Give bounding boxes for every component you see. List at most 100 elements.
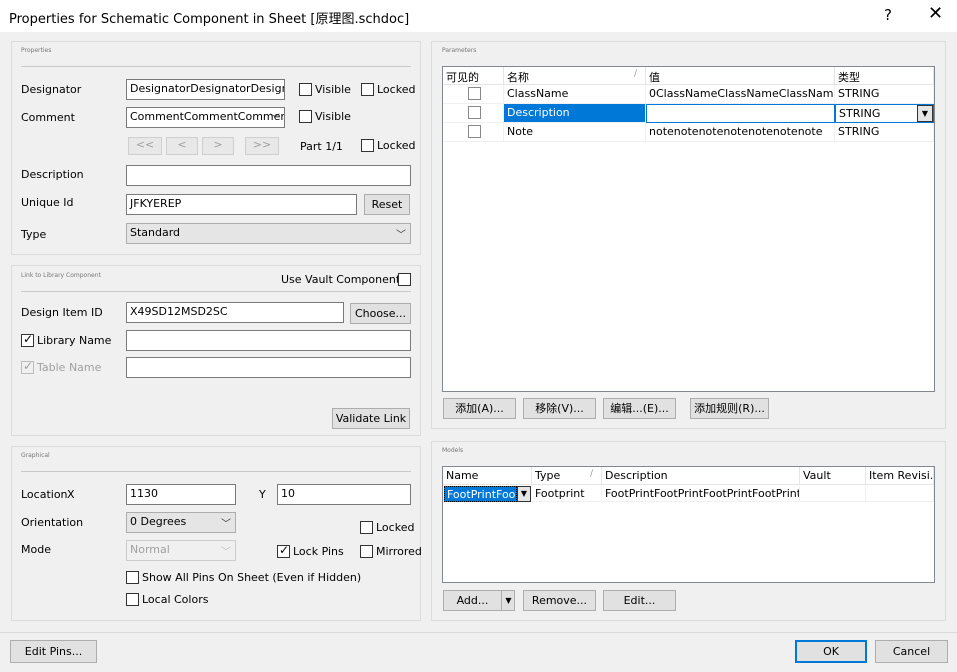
- mirrored-label: Mirrored: [376, 545, 422, 558]
- param-name-cell[interactable]: Description: [504, 104, 646, 123]
- title-bar: Properties for Schematic Component in Sh…: [0, 0, 957, 32]
- table-name-checkbox[interactable]: [21, 359, 34, 374]
- library-name-checkbox[interactable]: [21, 332, 34, 347]
- model-type-cell[interactable]: Footprint: [532, 486, 602, 502]
- close-button[interactable]: ✕: [928, 3, 943, 24]
- column-header-model-revision[interactable]: Item Revisi...: [866, 467, 934, 485]
- part-indicator: Part 1/1: [300, 140, 343, 153]
- designator-label: Designator: [21, 83, 82, 96]
- model-name-cell[interactable]: FootPrintFootP: [444, 486, 517, 502]
- x-label: X: [67, 488, 75, 501]
- ok-button[interactable]: OK: [795, 640, 867, 663]
- comment-visible-checkbox[interactable]: [299, 110, 312, 123]
- description-input[interactable]: [126, 165, 411, 186]
- divider: [21, 66, 411, 67]
- param-visible-checkbox[interactable]: [468, 106, 481, 119]
- designator-locked-checkbox[interactable]: [361, 83, 374, 96]
- unique-id-input[interactable]: JFKYEREP: [126, 194, 357, 215]
- cancel-button[interactable]: Cancel: [875, 640, 948, 663]
- add-rule-button[interactable]: 添加规则(R)...: [690, 398, 769, 419]
- chevron-down-icon: ﹀: [396, 230, 406, 241]
- column-header-visible[interactable]: 可见的: [443, 67, 504, 85]
- table-row[interactable]: [443, 104, 504, 123]
- use-vault-label: Use Vault Component: [281, 273, 401, 286]
- designator-visible-checkbox[interactable]: [299, 83, 312, 96]
- param-visible-checkbox[interactable]: [468, 125, 481, 138]
- mirrored-checkbox[interactable]: [360, 545, 373, 558]
- use-vault-checkbox[interactable]: [398, 273, 411, 286]
- column-header-model-type[interactable]: Type /: [532, 467, 602, 485]
- param-type-cell[interactable]: STRING: [835, 85, 934, 104]
- location-x-input[interactable]: 1130: [126, 484, 236, 505]
- add-parameter-button[interactable]: 添加(A)...: [443, 398, 516, 419]
- first-part-button[interactable]: <<: [128, 137, 162, 155]
- location-y-input[interactable]: 10: [277, 484, 411, 505]
- local-colors-checkbox[interactable]: [126, 593, 139, 606]
- footer-divider: [0, 632, 957, 633]
- param-name-cell[interactable]: Note: [504, 123, 646, 142]
- column-header-value[interactable]: 值: [646, 67, 835, 85]
- location-label: Location: [21, 488, 68, 501]
- param-type-cell[interactable]: STRING: [835, 123, 934, 142]
- design-item-input[interactable]: X49SD12MSD2SC: [126, 302, 344, 323]
- comment-value: CommentCommentComment: [130, 110, 285, 123]
- prev-part-button[interactable]: <: [166, 137, 198, 155]
- mode-value: Normal: [130, 543, 170, 556]
- validate-link-button[interactable]: Validate Link: [332, 408, 410, 429]
- column-header-type[interactable]: 类型: [835, 67, 934, 85]
- show-all-pins-checkbox[interactable]: [126, 571, 139, 584]
- add-model-split-button[interactable]: Add... ▼: [443, 590, 515, 611]
- choose-button[interactable]: Choose...: [350, 303, 411, 324]
- param-value-cell[interactable]: [646, 104, 835, 123]
- chevron-down-icon: ﹀: [221, 547, 231, 558]
- properties-group-title: Properties: [21, 47, 52, 54]
- remove-parameter-button[interactable]: 移除(V)...: [523, 398, 596, 419]
- add-model-label[interactable]: Add...: [444, 591, 501, 610]
- divider: [21, 471, 411, 472]
- table-row[interactable]: [443, 123, 504, 142]
- column-header-model-vault[interactable]: Vault: [800, 467, 866, 485]
- lock-pins-checkbox[interactable]: [277, 543, 290, 558]
- designator-input[interactable]: DesignatorDesignatorDesignator: [126, 79, 285, 100]
- type-dropdown-arrow-icon[interactable]: ▼: [917, 105, 933, 122]
- reset-button[interactable]: Reset: [364, 194, 410, 215]
- model-name-dropdown-icon[interactable]: ▼: [517, 486, 531, 502]
- mode-select[interactable]: Normal ﹀: [126, 540, 236, 561]
- table-row[interactable]: [443, 85, 504, 104]
- remove-model-button[interactable]: Remove...: [523, 590, 596, 611]
- chevron-down-icon: ﹀: [270, 114, 280, 125]
- edit-model-button[interactable]: Edit...: [603, 590, 676, 611]
- help-button[interactable]: ?: [884, 6, 892, 24]
- comment-combo[interactable]: CommentCommentComment ﹀: [126, 107, 285, 128]
- column-header-model-type-label: Type: [535, 469, 561, 482]
- type-value: Standard: [130, 226, 181, 239]
- part-locked-checkbox[interactable]: [361, 139, 374, 152]
- library-name-label: Library Name: [37, 334, 112, 347]
- table-name-input[interactable]: [126, 357, 411, 378]
- part-locked-label: Locked: [377, 139, 416, 152]
- model-revision-cell[interactable]: [866, 486, 934, 502]
- model-vault-cell[interactable]: [800, 486, 866, 502]
- param-value-cell[interactable]: 0ClassNameClassNameClassName: [646, 85, 835, 104]
- models-group-title: Models: [442, 447, 464, 454]
- local-colors-label: Local Colors: [142, 593, 209, 606]
- param-value-cell[interactable]: notenotenotenotenotenotenote: [646, 123, 835, 142]
- window-title: Properties for Schematic Component in Sh…: [9, 12, 410, 27]
- description-label: Description: [21, 168, 84, 181]
- add-model-dropdown-icon[interactable]: ▼: [501, 591, 515, 610]
- param-name-cell[interactable]: ClassName: [504, 85, 646, 104]
- param-visible-checkbox[interactable]: [468, 87, 481, 100]
- column-header-model-name[interactable]: Name: [443, 467, 532, 485]
- graphical-group-title: Graphical: [21, 452, 50, 459]
- next-part-button[interactable]: >: [202, 137, 234, 155]
- library-name-input[interactable]: [126, 330, 411, 351]
- orientation-select[interactable]: 0 Degrees ﹀: [126, 512, 236, 533]
- graphical-locked-checkbox[interactable]: [360, 521, 373, 534]
- model-description-cell[interactable]: FootPrintFootPrintFootPrintFootPrintFoot…: [602, 486, 800, 502]
- column-header-model-description[interactable]: Description: [602, 467, 800, 485]
- edit-pins-button[interactable]: Edit Pins...: [10, 640, 97, 663]
- last-part-button[interactable]: >>: [245, 137, 279, 155]
- edit-parameter-button[interactable]: 编辑...(E)...: [603, 398, 676, 419]
- type-select[interactable]: Standard ﹀: [126, 223, 411, 244]
- column-header-name[interactable]: 名称 /: [504, 67, 646, 85]
